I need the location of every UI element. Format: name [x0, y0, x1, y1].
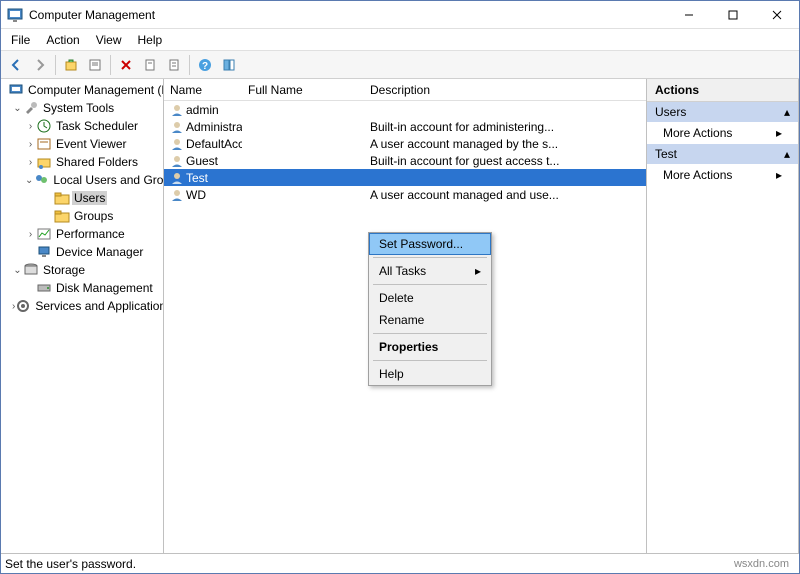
- chevron-right-icon: ▸: [475, 264, 481, 278]
- window: Computer Management File Action View Hel…: [0, 0, 800, 574]
- ctx-help[interactable]: Help: [369, 363, 491, 385]
- window-buttons: [667, 1, 799, 28]
- tree-disk-management[interactable]: › Disk Management: [3, 279, 161, 297]
- app-icon: [7, 7, 23, 23]
- chevron-right-icon: ▸: [776, 126, 782, 140]
- list-row[interactable]: DefaultAcco A user account managed by th…: [164, 135, 646, 152]
- column-name[interactable]: Name: [164, 83, 242, 97]
- titlebar: Computer Management: [1, 1, 799, 29]
- performance-icon: [36, 226, 52, 242]
- back-button[interactable]: [5, 54, 27, 76]
- list-header: Name Full Name Description: [164, 79, 646, 101]
- list-body: admin Administrator Built-in account for…: [164, 101, 646, 203]
- forward-button[interactable]: [29, 54, 51, 76]
- toolbar-separator: [110, 55, 111, 75]
- help-button[interactable]: ?: [194, 54, 216, 76]
- ctx-delete[interactable]: Delete: [369, 287, 491, 309]
- chevron-right-icon: ▸: [776, 168, 782, 182]
- collapse-icon: ▴: [784, 147, 790, 161]
- minimize-button[interactable]: [667, 1, 711, 28]
- list-row[interactable]: admin: [164, 101, 646, 118]
- computer-icon: [8, 82, 24, 98]
- up-button[interactable]: [60, 54, 82, 76]
- list-row[interactable]: WD A user account managed and use...: [164, 186, 646, 203]
- user-icon: [170, 188, 184, 202]
- body: ▸ Computer Management (Local ⌄ System To…: [1, 79, 799, 553]
- tree-device-manager[interactable]: › Device Manager: [3, 243, 161, 261]
- refresh-properties-button[interactable]: [163, 54, 185, 76]
- menu-view[interactable]: View: [88, 30, 130, 50]
- close-button[interactable]: [755, 1, 799, 28]
- list-row[interactable]: Test: [164, 169, 646, 186]
- context-menu-separator: [373, 284, 487, 285]
- export-button[interactable]: [139, 54, 161, 76]
- menubar: File Action View Help: [1, 29, 799, 51]
- tree-root[interactable]: ▸ Computer Management (Local: [3, 81, 161, 99]
- actions-group-test[interactable]: Test▴: [647, 144, 798, 164]
- tree-task-scheduler[interactable]: › Task Scheduler: [3, 117, 161, 135]
- folder-icon: [54, 190, 70, 206]
- actions-pane: Actions Users▴ More Actions▸ Test▴ More …: [647, 79, 799, 553]
- user-icon: [170, 171, 184, 185]
- actions-group-users[interactable]: Users▴: [647, 102, 798, 122]
- tree-system-tools[interactable]: ⌄ System Tools: [3, 99, 161, 117]
- actions-header: Actions: [647, 79, 798, 102]
- ctx-all-tasks[interactable]: All Tasks▸: [369, 260, 491, 282]
- tree-storage[interactable]: ⌄ Storage: [3, 261, 161, 279]
- tree-local-users[interactable]: ⌄ Local Users and Groups: [3, 171, 161, 189]
- show-hide-button[interactable]: [218, 54, 240, 76]
- column-description[interactable]: Description: [364, 83, 646, 97]
- tree-users[interactable]: › Users: [3, 189, 161, 207]
- device-icon: [36, 244, 52, 260]
- user-icon: [170, 137, 184, 151]
- user-icon: [170, 154, 184, 168]
- toolbar-separator: [189, 55, 190, 75]
- tools-icon: [23, 100, 39, 116]
- context-menu: Set Password... All Tasks▸ Delete Rename…: [368, 232, 492, 386]
- menu-help[interactable]: Help: [130, 30, 171, 50]
- context-menu-separator: [373, 360, 487, 361]
- shared-folder-icon: [36, 154, 52, 170]
- clock-icon: [36, 118, 52, 134]
- ctx-set-password[interactable]: Set Password...: [369, 233, 491, 255]
- event-icon: [36, 136, 52, 152]
- maximize-button[interactable]: [711, 1, 755, 28]
- delete-button[interactable]: [115, 54, 137, 76]
- status-text: Set the user's password.: [5, 557, 136, 571]
- tree-performance[interactable]: › Performance: [3, 225, 161, 243]
- tree-groups[interactable]: › Groups: [3, 207, 161, 225]
- user-icon: [170, 120, 184, 134]
- actions-more-test[interactable]: More Actions▸: [647, 164, 798, 186]
- watermark: wsxdn.com: [728, 554, 795, 573]
- toolbar-separator: [55, 55, 56, 75]
- storage-icon: [23, 262, 39, 278]
- list-pane[interactable]: Name Full Name Description admin Adminis…: [164, 79, 647, 553]
- tree-shared-folders[interactable]: › Shared Folders: [3, 153, 161, 171]
- window-title: Computer Management: [29, 8, 667, 22]
- statusbar: Set the user's password. wsxdn.com: [1, 553, 799, 573]
- actions-more-users[interactable]: More Actions▸: [647, 122, 798, 144]
- folder-icon: [54, 208, 70, 224]
- list-row[interactable]: Guest Built-in account for guest access …: [164, 152, 646, 169]
- ctx-rename[interactable]: Rename: [369, 309, 491, 331]
- users-group-icon: [33, 172, 49, 188]
- collapse-icon: ▴: [784, 105, 790, 119]
- menu-action[interactable]: Action: [38, 30, 87, 50]
- ctx-properties[interactable]: Properties: [369, 336, 491, 358]
- menu-file[interactable]: File: [3, 30, 38, 50]
- context-menu-separator: [373, 333, 487, 334]
- column-fullname[interactable]: Full Name: [242, 83, 364, 97]
- disk-icon: [36, 280, 52, 296]
- properties-button[interactable]: [84, 54, 106, 76]
- tree-pane[interactable]: ▸ Computer Management (Local ⌄ System To…: [1, 79, 164, 553]
- tree-event-viewer[interactable]: › Event Viewer: [3, 135, 161, 153]
- svg-text:?: ?: [202, 61, 208, 72]
- tree-services-apps[interactable]: › Services and Applications: [3, 297, 161, 315]
- context-menu-separator: [373, 257, 487, 258]
- list-row[interactable]: Administrator Built-in account for admin…: [164, 118, 646, 135]
- services-icon: [15, 298, 31, 314]
- toolbar: ?: [1, 51, 799, 79]
- user-icon: [170, 103, 184, 117]
